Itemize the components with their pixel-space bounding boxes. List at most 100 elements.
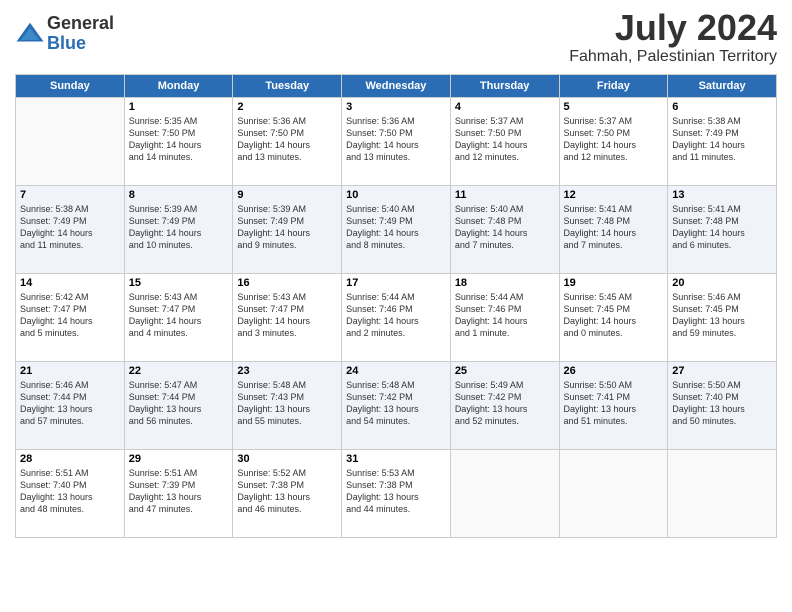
day-number: 5	[564, 101, 664, 113]
day-number: 13	[672, 189, 772, 201]
calendar-day-cell: 29 Sunrise: 5:51 AMSunset: 7:39 PMDayligh…	[124, 450, 233, 538]
day-number: 26	[564, 365, 664, 377]
day-number: 27	[672, 365, 772, 377]
day-info: Sunrise: 5:51 AMSunset: 7:40 PMDaylight:…	[20, 467, 120, 516]
day-number: 6	[672, 101, 772, 113]
calendar-day-cell: 7 Sunrise: 5:38 AMSunset: 7:49 PMDaylight…	[16, 186, 125, 274]
day-number: 7	[20, 189, 120, 201]
day-info: Sunrise: 5:41 AMSunset: 7:48 PMDaylight:…	[564, 203, 664, 252]
calendar-day-cell: 21 Sunrise: 5:46 AMSunset: 7:44 PMDayligh…	[16, 362, 125, 450]
day-info: Sunrise: 5:35 AMSunset: 7:50 PMDaylight:…	[129, 115, 229, 164]
logo-text: General Blue	[47, 14, 114, 54]
day-info: Sunrise: 5:42 AMSunset: 7:47 PMDaylight:…	[20, 291, 120, 340]
day-info: Sunrise: 5:38 AMSunset: 7:49 PMDaylight:…	[672, 115, 772, 164]
day-number: 25	[455, 365, 555, 377]
calendar-day-cell: 9 Sunrise: 5:39 AMSunset: 7:49 PMDaylight…	[233, 186, 342, 274]
weekday-header-friday: Friday	[559, 75, 668, 98]
calendar-week-row: 28 Sunrise: 5:51 AMSunset: 7:40 PMDayligh…	[16, 450, 777, 538]
day-info: Sunrise: 5:52 AMSunset: 7:38 PMDaylight:…	[237, 467, 337, 516]
calendar-day-cell: 15 Sunrise: 5:43 AMSunset: 7:47 PMDayligh…	[124, 274, 233, 362]
calendar-day-cell: 18 Sunrise: 5:44 AMSunset: 7:46 PMDayligh…	[450, 274, 559, 362]
day-info: Sunrise: 5:47 AMSunset: 7:44 PMDaylight:…	[129, 379, 229, 428]
calendar-day-cell: 6 Sunrise: 5:38 AMSunset: 7:49 PMDaylight…	[668, 98, 777, 186]
title-section: July 2024 Fahmah, Palestinian Territory	[569, 10, 777, 66]
day-info: Sunrise: 5:46 AMSunset: 7:44 PMDaylight:…	[20, 379, 120, 428]
calendar-day-cell: 16 Sunrise: 5:43 AMSunset: 7:47 PMDayligh…	[233, 274, 342, 362]
location-subtitle: Fahmah, Palestinian Territory	[569, 48, 777, 66]
day-number: 8	[129, 189, 229, 201]
day-number: 18	[455, 277, 555, 289]
weekday-header-saturday: Saturday	[668, 75, 777, 98]
calendar-day-cell: 26Sunrise: 5:50 AMSunset: 7:41 PMDayligh…	[559, 362, 668, 450]
weekday-header-monday: Monday	[124, 75, 233, 98]
day-number: 21	[20, 365, 120, 377]
day-number: 9	[237, 189, 337, 201]
calendar-day-cell: 20 Sunrise: 5:46 AMSunset: 7:45 PMDayligh…	[668, 274, 777, 362]
day-number: 19	[564, 277, 664, 289]
day-info: Sunrise: 5:37 AMSunset: 7:50 PMDaylight:…	[455, 115, 555, 164]
day-number: 11	[455, 189, 555, 201]
calendar-day-cell: 22Sunrise: 5:47 AMSunset: 7:44 PMDayligh…	[124, 362, 233, 450]
day-info: Sunrise: 5:45 AMSunset: 7:45 PMDaylight:…	[564, 291, 664, 340]
day-info: Sunrise: 5:48 AMSunset: 7:43 PMDaylight:…	[237, 379, 337, 428]
weekday-header-sunday: Sunday	[16, 75, 125, 98]
logo: General Blue	[15, 14, 114, 54]
weekday-header-tuesday: Tuesday	[233, 75, 342, 98]
day-info: Sunrise: 5:49 AMSunset: 7:42 PMDaylight:…	[455, 379, 555, 428]
calendar-day-cell	[668, 450, 777, 538]
day-number: 29	[129, 453, 229, 465]
day-info: Sunrise: 5:40 AMSunset: 7:48 PMDaylight:…	[455, 203, 555, 252]
calendar-day-cell: 10Sunrise: 5:40 AMSunset: 7:49 PMDayligh…	[342, 186, 451, 274]
day-info: Sunrise: 5:44 AMSunset: 7:46 PMDaylight:…	[455, 291, 555, 340]
day-number: 23	[237, 365, 337, 377]
day-info: Sunrise: 5:43 AMSunset: 7:47 PMDaylight:…	[237, 291, 337, 340]
calendar-day-cell	[559, 450, 668, 538]
weekday-header-row: SundayMondayTuesdayWednesdayThursdayFrid…	[16, 75, 777, 98]
calendar-day-cell: 24Sunrise: 5:48 AMSunset: 7:42 PMDayligh…	[342, 362, 451, 450]
day-info: Sunrise: 5:44 AMSunset: 7:46 PMDaylight:…	[346, 291, 446, 340]
calendar-table: SundayMondayTuesdayWednesdayThursdayFrid…	[15, 74, 777, 538]
calendar-day-cell: 11 Sunrise: 5:40 AMSunset: 7:48 PMDayligh…	[450, 186, 559, 274]
calendar-day-cell: 1 Sunrise: 5:35 AMSunset: 7:50 PMDaylight…	[124, 98, 233, 186]
day-info: Sunrise: 5:41 AMSunset: 7:48 PMDaylight:…	[672, 203, 772, 252]
logo-icon	[15, 19, 45, 49]
calendar-day-cell: 25 Sunrise: 5:49 AMSunset: 7:42 PMDayligh…	[450, 362, 559, 450]
calendar-day-cell: 30 Sunrise: 5:52 AMSunset: 7:38 PMDayligh…	[233, 450, 342, 538]
calendar-week-row: 21 Sunrise: 5:46 AMSunset: 7:44 PMDayligh…	[16, 362, 777, 450]
day-number: 3	[346, 101, 446, 113]
calendar-day-cell: 19 Sunrise: 5:45 AMSunset: 7:45 PMDayligh…	[559, 274, 668, 362]
calendar-day-cell: 5Sunrise: 5:37 AMSunset: 7:50 PMDaylight…	[559, 98, 668, 186]
calendar-week-row: 14Sunrise: 5:42 AMSunset: 7:47 PMDayligh…	[16, 274, 777, 362]
day-info: Sunrise: 5:53 AMSunset: 7:38 PMDaylight:…	[346, 467, 446, 516]
logo-blue: Blue	[47, 34, 114, 54]
weekday-header-wednesday: Wednesday	[342, 75, 451, 98]
day-number: 10	[346, 189, 446, 201]
day-info: Sunrise: 5:39 AMSunset: 7:49 PMDaylight:…	[237, 203, 337, 252]
day-number: 4	[455, 101, 555, 113]
day-number: 28	[20, 453, 120, 465]
calendar-week-row: 1 Sunrise: 5:35 AMSunset: 7:50 PMDaylight…	[16, 98, 777, 186]
day-info: Sunrise: 5:39 AMSunset: 7:49 PMDaylight:…	[129, 203, 229, 252]
day-info: Sunrise: 5:48 AMSunset: 7:42 PMDaylight:…	[346, 379, 446, 428]
day-number: 15	[129, 277, 229, 289]
day-number: 16	[237, 277, 337, 289]
page: General Blue July 2024 Fahmah, Palestini…	[0, 0, 792, 612]
day-info: Sunrise: 5:46 AMSunset: 7:45 PMDaylight:…	[672, 291, 772, 340]
calendar-day-cell: 12Sunrise: 5:41 AMSunset: 7:48 PMDayligh…	[559, 186, 668, 274]
day-number: 17	[346, 277, 446, 289]
day-info: Sunrise: 5:36 AMSunset: 7:50 PMDaylight:…	[346, 115, 446, 164]
calendar-day-cell: 27 Sunrise: 5:50 AMSunset: 7:40 PMDayligh…	[668, 362, 777, 450]
day-info: Sunrise: 5:43 AMSunset: 7:47 PMDaylight:…	[129, 291, 229, 340]
day-number: 30	[237, 453, 337, 465]
day-number: 1	[129, 101, 229, 113]
weekday-header-thursday: Thursday	[450, 75, 559, 98]
day-info: Sunrise: 5:36 AMSunset: 7:50 PMDaylight:…	[237, 115, 337, 164]
day-info: Sunrise: 5:38 AMSunset: 7:49 PMDaylight:…	[20, 203, 120, 252]
day-info: Sunrise: 5:51 AMSunset: 7:39 PMDaylight:…	[129, 467, 229, 516]
day-number: 31	[346, 453, 446, 465]
calendar-day-cell: 14Sunrise: 5:42 AMSunset: 7:47 PMDayligh…	[16, 274, 125, 362]
calendar-day-cell: 4 Sunrise: 5:37 AMSunset: 7:50 PMDaylight…	[450, 98, 559, 186]
day-info: Sunrise: 5:50 AMSunset: 7:40 PMDaylight:…	[672, 379, 772, 428]
day-number: 20	[672, 277, 772, 289]
day-number: 2	[237, 101, 337, 113]
